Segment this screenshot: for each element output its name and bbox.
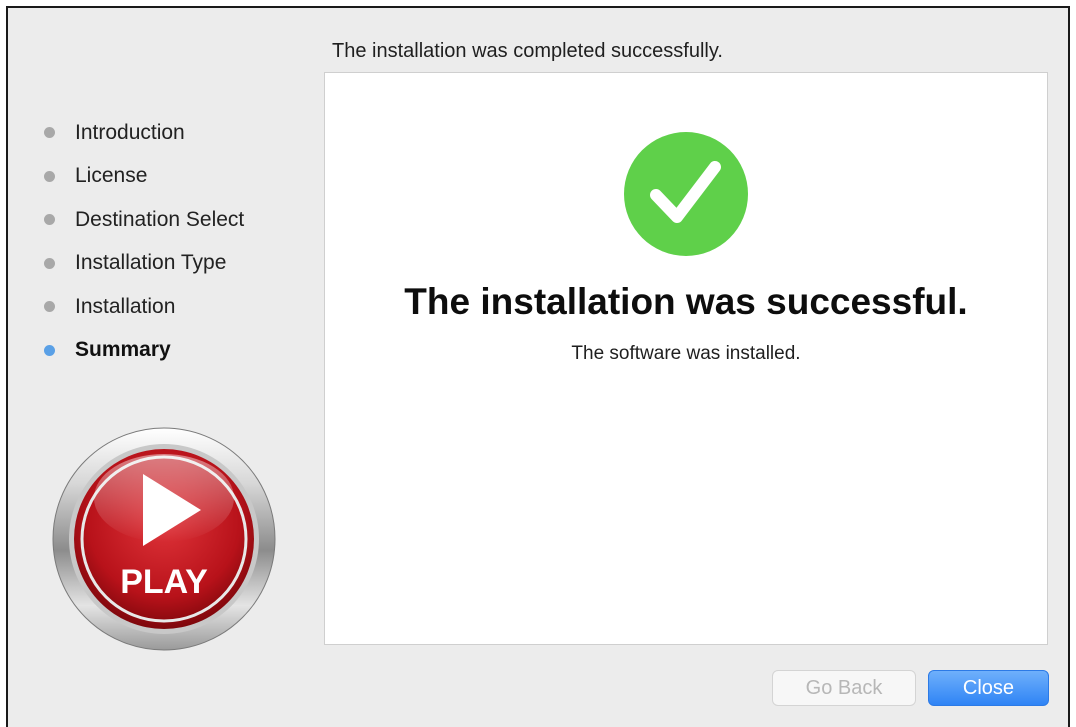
step-summary: Summary (44, 329, 324, 373)
play-logo: PLAY (52, 427, 276, 651)
steps-sidebar: Introduction License Destination Select … (44, 111, 324, 372)
step-bullet-icon (44, 214, 55, 226)
step-installation: Installation (44, 285, 324, 329)
step-current-bullet-icon (44, 344, 55, 356)
step-label: Installation (75, 294, 176, 318)
step-introduction: Introduction (44, 111, 324, 155)
play-logo-text: PLAY (120, 563, 208, 601)
step-label: License (75, 164, 148, 188)
step-license: License (44, 155, 324, 199)
step-installation-type: Installation Type (44, 242, 324, 286)
step-destination-select: Destination Select (44, 198, 324, 242)
step-label: Installation Type (75, 251, 227, 275)
installer-window: The installation was completed successfu… (6, 6, 1070, 727)
step-bullet-icon (44, 257, 55, 269)
step-label: Introduction (75, 120, 185, 144)
step-bullet-icon (44, 170, 55, 182)
step-label: Destination Select (75, 207, 245, 231)
summary-panel: The installation was successful. The sof… (324, 72, 1048, 645)
success-title: The installation was successful. (404, 281, 968, 322)
go-back-button[interactable]: Go Back (772, 670, 916, 706)
close-button[interactable]: Close (928, 670, 1049, 706)
step-bullet-icon (44, 127, 55, 139)
success-subtitle: The software was installed. (571, 343, 801, 364)
step-label: Summary (75, 338, 171, 362)
step-bullet-icon (44, 301, 55, 313)
header-status-text: The installation was completed successfu… (332, 40, 723, 62)
checkmark-icon (624, 132, 748, 256)
